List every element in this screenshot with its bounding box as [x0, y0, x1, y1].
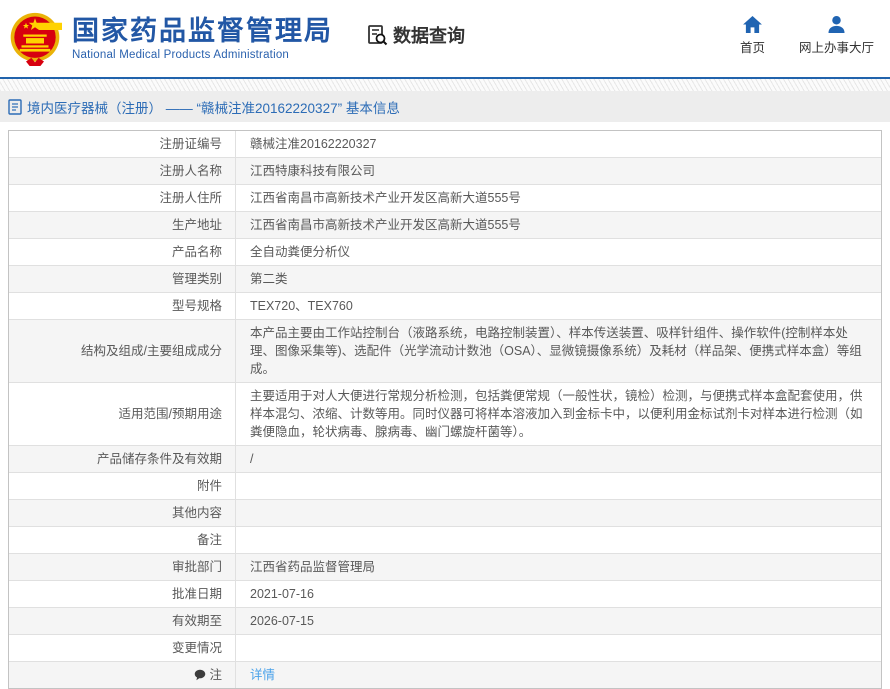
- row-label-text: 附件: [197, 477, 222, 495]
- nav-home-label: 首页: [740, 37, 765, 56]
- table-row: 批准日期 2021-07-16: [9, 580, 881, 607]
- table-row: 产品名称全自动粪便分析仪: [9, 238, 881, 265]
- national-emblem-icon: [8, 10, 62, 68]
- table-row: 审批部门江西省药品监督管理局: [9, 553, 881, 580]
- row-label: 审批部门: [9, 554, 236, 580]
- row-label: 有效期至: [9, 608, 236, 634]
- page-title: 境内医疗器械（注册） —— “赣械注准20162220327” 基本信息: [27, 97, 400, 117]
- comment-icon: [194, 669, 206, 681]
- row-label: 备注: [9, 527, 236, 553]
- row-label: 注册人名称: [9, 158, 236, 184]
- table-row: 结构及组成/主要组成成分本产品主要由工作站控制台（液路系统，电路控制装置）、样本…: [9, 319, 881, 382]
- brand-text: 国家药品监督管理局 National Medical Products Admi…: [72, 16, 333, 61]
- table-row: 有效期至 2026-07-15: [9, 607, 881, 634]
- row-label: 型号规格: [9, 293, 236, 319]
- row-value: 全自动粪便分析仪: [236, 239, 881, 265]
- table-row: 备注: [9, 526, 881, 553]
- row-label: 注册人住所: [9, 185, 236, 211]
- row-value: 江西省南昌市高新技术产业开发区高新大道555号: [236, 212, 881, 238]
- row-value: 江西省药品监督管理局: [236, 554, 881, 580]
- row-label-text: 有效期至: [172, 612, 222, 630]
- row-value: 主要适用于对人大便进行常规分析检测，包括粪便常规（一般性状，镜检）检测，与便携式…: [236, 383, 881, 445]
- row-label: 适用范围/预期用途: [9, 383, 236, 445]
- row-value: 赣械注准20162220327: [236, 131, 881, 157]
- row-label-text: 批准日期: [172, 585, 222, 603]
- row-value: 详情: [236, 662, 881, 688]
- table-row: 注册证编号赣械注准20162220327: [9, 131, 881, 157]
- table-row: 产品储存条件及有效期 /: [9, 445, 881, 472]
- row-label-text: 生产地址: [172, 216, 222, 234]
- table-row: 注册人名称江西特康科技有限公司: [9, 157, 881, 184]
- row-label-text: 变更情况: [172, 639, 222, 657]
- row-value: [236, 527, 881, 553]
- row-value: [236, 635, 881, 661]
- table-row: 附件: [9, 472, 881, 499]
- breadcrumb: 境内医疗器械（注册） —— “赣械注准20162220327” 基本信息: [0, 91, 890, 122]
- row-label-text: 注册人名称: [159, 162, 222, 180]
- nav-service-hall[interactable]: 网上办事大厅: [799, 16, 874, 56]
- row-value: [236, 473, 881, 499]
- table-row: 注 详情: [9, 661, 881, 688]
- org-name-en: National Medical Products Administration: [72, 49, 333, 61]
- org-name-cn: 国家药品监督管理局: [72, 16, 333, 46]
- row-value: 2026-07-15: [236, 608, 881, 634]
- table-row: 变更情况: [9, 634, 881, 661]
- person-icon: [827, 16, 846, 33]
- row-label: 产品名称: [9, 239, 236, 265]
- registration-info-table: 注册证编号赣械注准20162220327注册人名称江西特康科技有限公司注册人住所…: [8, 130, 882, 689]
- row-label: 注: [9, 662, 236, 688]
- row-label: 附件: [9, 473, 236, 499]
- comment-icon: [194, 669, 206, 681]
- row-value: 江西省南昌市高新技术产业开发区高新大道555号: [236, 185, 881, 211]
- row-value: [236, 500, 881, 526]
- row-value: TEX720、TEX760: [236, 293, 881, 319]
- brand-logo: 国家药品监督管理局 National Medical Products Admi…: [8, 10, 333, 68]
- table-row: 型号规格 TEX720、TEX760: [9, 292, 881, 319]
- row-label-text: 注册证编号: [159, 135, 222, 153]
- row-value: 第二类: [236, 266, 881, 292]
- document-icon: [8, 99, 22, 115]
- table-row: 注册人住所江西省南昌市高新技术产业开发区高新大道555号: [9, 184, 881, 211]
- top-nav: 首页 网上办事大厅: [740, 16, 874, 56]
- row-label-text: 产品名称: [172, 243, 222, 261]
- table-row: 管理类别第二类: [9, 265, 881, 292]
- table-row: 生产地址江西省南昌市高新技术产业开发区高新大道555号: [9, 211, 881, 238]
- row-label-text: 注: [209, 666, 222, 684]
- row-label: 管理类别: [9, 266, 236, 292]
- hatched-band: [0, 79, 890, 91]
- table-row: 其他内容: [9, 499, 881, 526]
- table-row: 适用范围/预期用途主要适用于对人大便进行常规分析检测，包括粪便常规（一般性状，镜…: [9, 382, 881, 445]
- row-value: 江西特康科技有限公司: [236, 158, 881, 184]
- nav-service-hall-label: 网上办事大厅: [799, 37, 874, 56]
- row-label: 其他内容: [9, 500, 236, 526]
- data-query-tab[interactable]: 数据查询: [365, 22, 465, 48]
- row-label: 生产地址: [9, 212, 236, 238]
- row-label-text: 其他内容: [172, 504, 222, 522]
- page-header: 国家药品监督管理局 National Medical Products Admi…: [0, 0, 890, 77]
- row-label-text: 型号规格: [172, 297, 222, 315]
- row-label-text: 产品储存条件及有效期: [97, 450, 222, 468]
- row-label: 产品储存条件及有效期: [9, 446, 236, 472]
- row-value: /: [236, 446, 881, 472]
- data-query-label: 数据查询: [393, 22, 465, 48]
- row-label-text: 适用范围/预期用途: [119, 405, 222, 423]
- row-label-text: 注册人住所: [159, 189, 222, 207]
- detail-link[interactable]: 详情: [250, 666, 275, 684]
- row-label: 变更情况: [9, 635, 236, 661]
- home-icon: [743, 16, 762, 33]
- row-value: 本产品主要由工作站控制台（液路系统，电路控制装置）、样本传送装置、吸样针组件、操…: [236, 320, 881, 382]
- row-label-text: 管理类别: [172, 270, 222, 288]
- row-label: 结构及组成/主要组成成分: [9, 320, 236, 382]
- row-label-text: 审批部门: [172, 558, 222, 576]
- row-value: 2021-07-16: [236, 581, 881, 607]
- row-label-text: 备注: [197, 531, 222, 549]
- row-label: 批准日期: [9, 581, 236, 607]
- row-label-text: 结构及组成/主要组成成分: [81, 342, 222, 360]
- row-label: 注册证编号: [9, 131, 236, 157]
- document-search-icon: [365, 23, 389, 47]
- nav-home[interactable]: 首页: [740, 16, 765, 56]
